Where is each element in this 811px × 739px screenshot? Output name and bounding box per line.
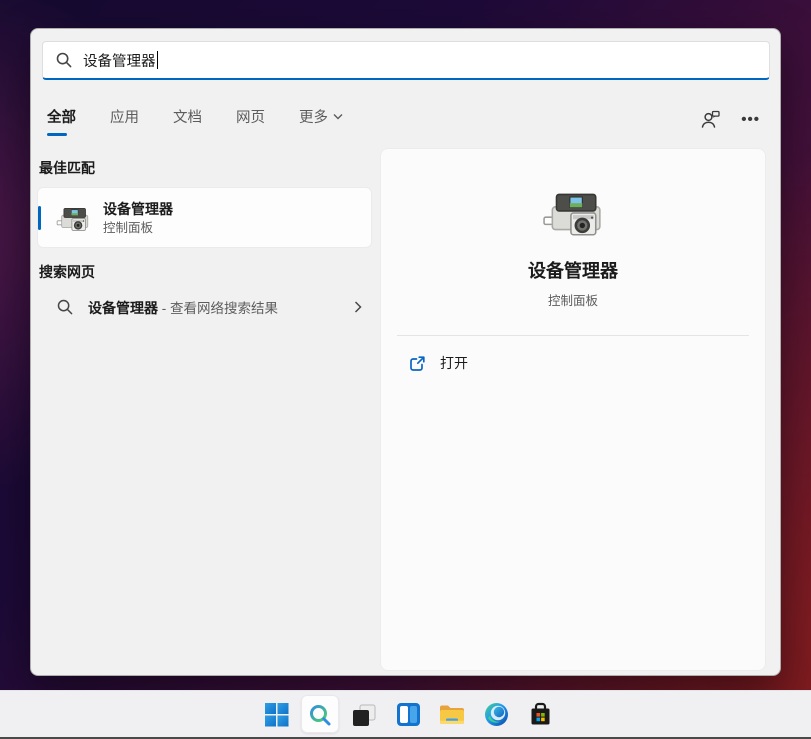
person-chat-icon[interactable] [700,109,721,130]
edge-button[interactable] [474,691,518,738]
ellipsis-icon[interactable]: ••• [741,111,760,128]
search-input[interactable]: 设备管理器 [42,41,770,80]
selection-accent-bar [38,206,41,230]
divider [397,335,749,336]
active-tab-underline [47,133,67,136]
search-icon [57,299,73,315]
preview-pane: 设备管理器 控制面板 打开 [380,148,766,671]
search-tabs: 全部 应用 文档 网页 更多 ••• [46,99,760,139]
tab-documents[interactable]: 文档 [172,102,203,136]
widgets-icon [396,702,421,727]
search-icon [56,52,72,68]
taskbar-icon-group [254,691,562,738]
file-explorer-button[interactable] [430,691,474,738]
tab-web[interactable]: 网页 [235,102,266,136]
chevron-right-icon [354,301,362,313]
tab-more[interactable]: 更多 [298,102,344,136]
best-match-result[interactable]: 设备管理器 控制面板 [37,187,372,248]
search-query-text: 设备管理器 [83,54,156,70]
web-search-result[interactable]: 设备管理器 - 查看网络搜索结果 [37,287,372,327]
preview-subtitle: 控制面板 [381,290,765,309]
best-match-subtitle: 控制面板 [103,220,173,236]
start-button[interactable] [254,691,298,738]
tab-apps[interactable]: 应用 [109,102,140,136]
file-explorer-icon [439,703,465,727]
best-match-title: 设备管理器 [103,199,173,219]
chevron-down-icon [333,113,343,120]
microsoft-store-icon [528,702,553,727]
web-search-query: 设备管理器 [88,300,158,316]
web-search-heading: 搜索网页 [39,262,95,282]
text-caret [157,51,159,69]
best-match-heading: 最佳匹配 [39,158,95,178]
web-search-suffix: - 查看网络搜索结果 [158,301,278,316]
taskbar: 白云一键重装系统 www.baiyunxitong.com [0,690,811,739]
open-external-icon [409,355,426,372]
tab-all[interactable]: 全部 [46,102,77,136]
open-label: 打开 [440,353,468,373]
task-view-icon [352,703,376,727]
search-flyout-panel: 设备管理器 全部 应用 文档 网页 更多 ••• 最佳匹配 [30,28,781,676]
search-taskbar-icon [308,703,332,727]
edge-icon [484,702,509,727]
preview-title: 设备管理器 [381,257,765,283]
device-manager-icon [542,185,604,239]
widgets-button[interactable] [386,691,430,738]
microsoft-store-button[interactable] [518,691,562,738]
open-action[interactable]: 打开 [409,353,468,373]
task-view-button[interactable] [342,691,386,738]
device-manager-icon [56,203,90,233]
windows-start-icon [264,702,289,727]
search-button[interactable] [298,691,342,738]
